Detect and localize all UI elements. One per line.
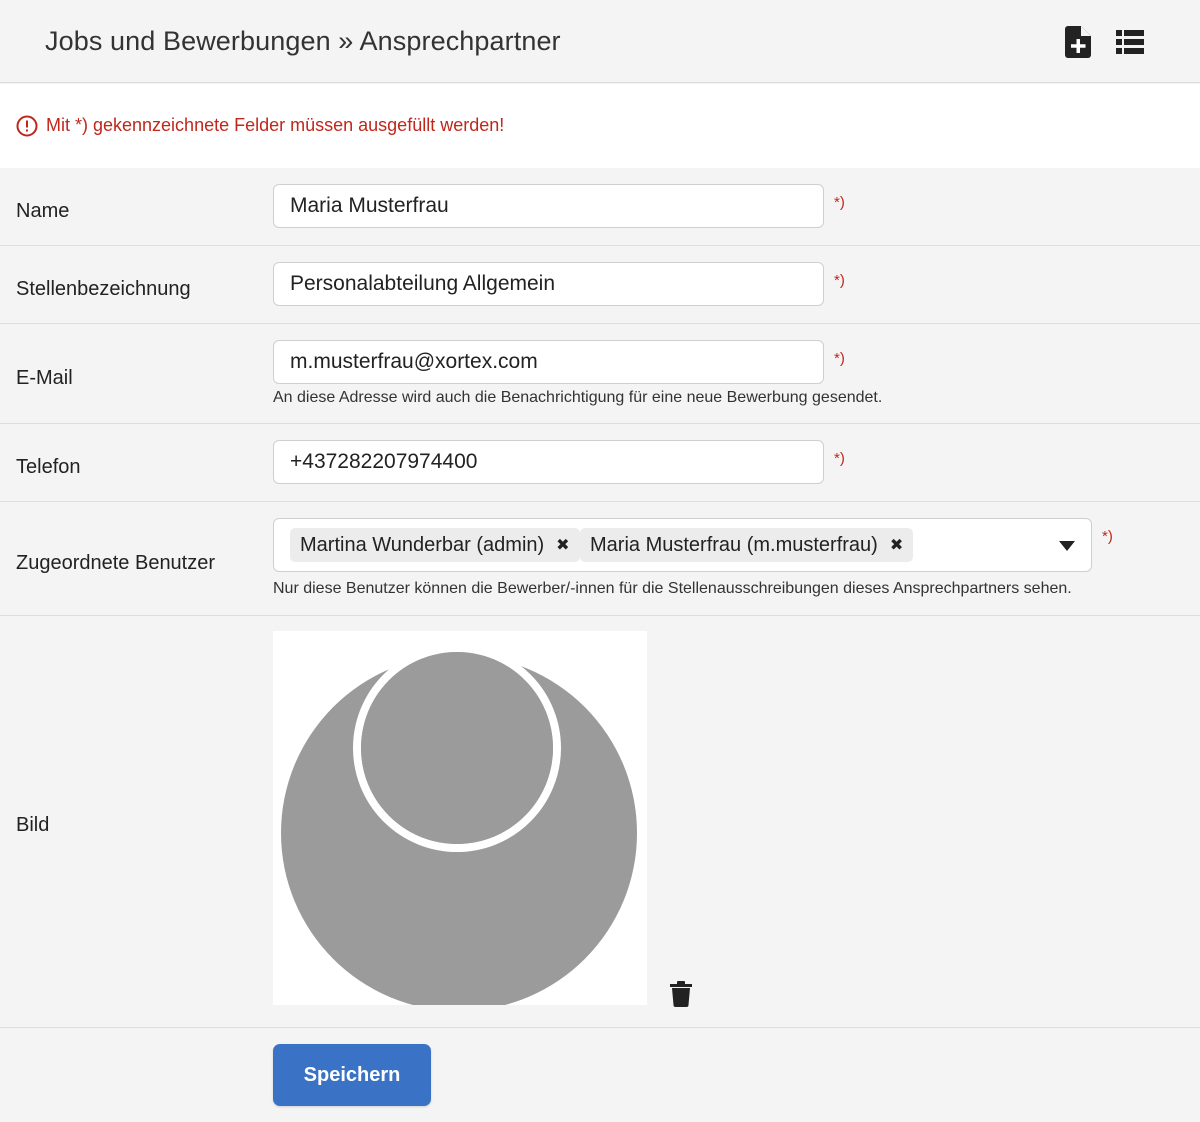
list-view-button[interactable] (1112, 24, 1148, 60)
page-title: Jobs und Bewerbungen » Ansprechpartner (45, 26, 561, 56)
notice-text: Mit *) gekennzeichnete Felder müssen aus… (46, 115, 505, 135)
user-chip: Maria Musterfrau (m.musterfrau) ✖ (580, 528, 914, 562)
remove-user-icon[interactable]: ✖ (556, 535, 569, 555)
required-mark: *) (1102, 528, 1113, 545)
assigned-users-hint: Nur diese Benutzer können die Bewerber/-… (273, 580, 1072, 597)
job-title-label: Stellenbezeichnung (16, 278, 191, 300)
form-row-assigned-users: Zugeordnete Benutzer Martina Wunderbar (… (0, 502, 1200, 616)
user-chip-label: Maria Musterfrau (m.musterfrau) (590, 533, 878, 556)
form-row-name: Name *) (0, 168, 1200, 246)
phone-input[interactable] (273, 440, 824, 484)
job-title-input[interactable] (273, 262, 824, 306)
user-chip-label: Martina Wunderbar (admin) (300, 533, 545, 556)
assigned-users-label: Zugeordnete Benutzer (16, 552, 216, 574)
required-mark: *) (834, 194, 845, 211)
required-mark: *) (834, 350, 845, 367)
required-mark: *) (834, 450, 845, 467)
required-fields-notice: Mit *) gekennzeichnete Felder müssen aus… (0, 84, 1200, 168)
name-label: Name (16, 200, 70, 222)
page-header: Jobs und Bewerbungen » Ansprechpartner (0, 0, 1200, 83)
save-button[interactable]: Speichern (273, 1044, 431, 1106)
list-icon (1116, 30, 1144, 54)
exclamation-circle-icon (16, 115, 38, 137)
file-plus-icon (1065, 26, 1091, 58)
image-label: Bild (16, 814, 50, 836)
user-chip: Martina Wunderbar (admin) ✖ (290, 528, 580, 562)
assigned-users-select[interactable]: Martina Wunderbar (admin) ✖ Maria Muster… (273, 518, 1092, 572)
form-row-image: Bild (0, 616, 1200, 1028)
email-label: E-Mail (16, 367, 73, 389)
new-entry-button[interactable] (1060, 24, 1096, 60)
required-mark: *) (834, 272, 845, 289)
email-hint: An diese Adresse wird auch die Benachric… (273, 389, 883, 406)
chevron-down-icon[interactable] (1059, 541, 1075, 551)
phone-label: Telefon (16, 456, 81, 478)
form-row-job-title: Stellenbezeichnung *) (0, 246, 1200, 324)
form-row-email: E-Mail *) An diese Adresse wird auch die… (0, 324, 1200, 424)
name-input[interactable] (273, 184, 824, 228)
person-silhouette-icon (281, 644, 637, 1005)
email-input[interactable] (273, 340, 824, 384)
trash-icon[interactable] (670, 981, 692, 1007)
form-row-phone: Telefon *) (0, 424, 1200, 502)
remove-user-icon[interactable]: ✖ (890, 535, 903, 555)
profile-image (273, 631, 647, 1005)
